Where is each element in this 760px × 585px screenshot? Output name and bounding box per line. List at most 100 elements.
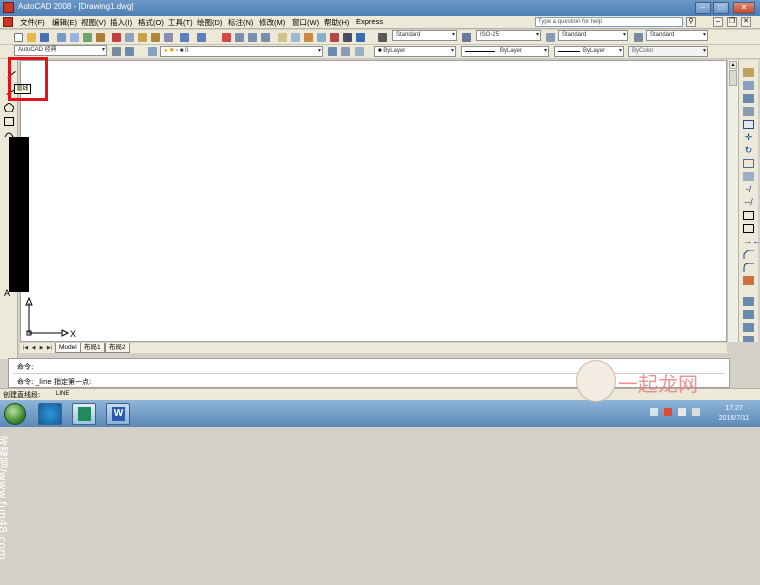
taskbar-app-icon[interactable] [38, 403, 62, 425]
layer-previous-icon[interactable] [341, 47, 350, 56]
move-icon[interactable]: ✛ [743, 133, 754, 142]
tab-layout2[interactable]: 布局2 [105, 343, 130, 353]
menu-express[interactable]: Express [356, 17, 383, 26]
block-editor-icon[interactable] [164, 33, 173, 42]
copy-object-icon[interactable] [743, 81, 754, 90]
layer-manager-icon[interactable] [125, 47, 134, 56]
fillet-icon[interactable] [743, 262, 754, 272]
menu-view[interactable]: 视图(V) [81, 17, 106, 28]
menu-window[interactable]: 窗口(W) [292, 17, 319, 28]
menu-edit[interactable]: 编辑(E) [52, 17, 77, 28]
draworder-back-icon[interactable] [743, 310, 754, 319]
pan-icon[interactable] [222, 33, 231, 42]
layer-select[interactable]: ● ✹ ▪ ■ 0 ▾ [160, 46, 323, 57]
polygon-tool-icon[interactable] [3, 102, 15, 113]
zoom-previous-icon[interactable] [261, 33, 270, 42]
text-style-select[interactable]: Standard ▾ [392, 30, 457, 41]
tray-icon[interactable] [650, 408, 658, 416]
doc-close-button[interactable]: ✕ [741, 17, 751, 27]
maximize-button[interactable]: □ [713, 2, 729, 14]
copy-icon[interactable] [125, 33, 134, 42]
close-button[interactable]: ✕ [733, 2, 755, 14]
undo-icon[interactable] [180, 33, 189, 42]
break-icon[interactable] [743, 224, 754, 233]
first-tab-button[interactable]: |◀ [22, 344, 29, 352]
menu-format[interactable]: 格式(O) [138, 17, 164, 28]
table-style-icon[interactable] [546, 33, 555, 42]
trim-icon[interactable]: -/ [743, 185, 754, 194]
save-icon[interactable] [40, 33, 49, 42]
array-icon[interactable] [743, 120, 754, 129]
properties-icon[interactable] [278, 33, 287, 42]
tab-layout1[interactable]: 布局1 [80, 343, 105, 353]
multileader-style-icon[interactable] [634, 33, 643, 42]
minimize-button[interactable]: – [695, 2, 711, 14]
doc-minimize-button[interactable]: – [713, 17, 723, 27]
zoom-realtime-icon[interactable] [235, 33, 244, 42]
dim-style-icon[interactable] [462, 33, 471, 42]
next-tab-button[interactable]: ▶ [38, 344, 45, 352]
document-icon[interactable] [3, 17, 13, 27]
break-at-point-icon[interactable] [743, 211, 754, 220]
menu-file[interactable]: 文件(F) [20, 17, 45, 28]
network-icon[interactable] [678, 408, 686, 416]
menu-tools[interactable]: 工具(T) [168, 17, 193, 28]
color-select[interactable]: ■ ByLayer ▾ [374, 46, 456, 57]
text-style-icon[interactable] [378, 33, 387, 42]
vertical-scrollbar[interactable]: ▲ [727, 60, 738, 342]
plot-icon[interactable] [57, 33, 66, 42]
3d-dwf-icon[interactable] [96, 33, 105, 42]
layer-extra-icon[interactable] [355, 47, 364, 56]
workspace-settings-icon[interactable] [112, 47, 121, 56]
doc-restore-button[interactable]: ❐ [727, 17, 737, 27]
menu-draw[interactable]: 绘图(D) [197, 17, 222, 28]
explode-icon[interactable] [743, 276, 754, 285]
tool-palettes-icon[interactable] [304, 33, 313, 42]
scale-icon[interactable] [743, 159, 754, 168]
workspace-select[interactable]: AutoCAD 经典 ▾ [14, 45, 107, 56]
sheet-set-icon[interactable] [317, 33, 326, 42]
markup-icon[interactable] [330, 33, 339, 42]
menu-help[interactable]: 帮助(H) [324, 17, 349, 28]
publish-icon[interactable] [83, 33, 92, 42]
table-style-select[interactable]: Standard ▾ [558, 30, 628, 41]
join-icon[interactable]: →← [743, 237, 760, 246]
search-icon[interactable]: ⚲ [686, 17, 696, 27]
stretch-icon[interactable] [743, 172, 754, 181]
draworder-under-icon[interactable] [743, 336, 754, 342]
menu-insert[interactable]: 插入(I) [110, 17, 132, 28]
lineweight-select[interactable]: ByLayer ▾ [554, 46, 624, 57]
extend-icon[interactable]: --/ [743, 198, 754, 207]
open-icon[interactable] [27, 33, 36, 42]
draworder-above-icon[interactable] [743, 323, 754, 332]
menu-dimension[interactable]: 标注(N) [228, 17, 253, 28]
prev-tab-button[interactable]: ◀ [30, 344, 37, 352]
rotate-icon[interactable]: ↻ [743, 146, 754, 155]
tab-model[interactable]: Model [55, 343, 81, 353]
scroll-up-button[interactable]: ▲ [729, 61, 737, 69]
draworder-front-icon[interactable] [743, 297, 754, 306]
menu-modify[interactable]: 修改(M) [259, 17, 285, 28]
multileader-style-select[interactable]: Standard ▾ [646, 30, 708, 41]
offset-icon[interactable] [743, 107, 754, 116]
start-button[interactable] [4, 403, 26, 425]
dim-style-select[interactable]: ISO-25 ▾ [476, 30, 541, 41]
match-properties-icon[interactable] [151, 33, 160, 42]
chamfer-icon[interactable] [743, 249, 754, 259]
layer-states-icon[interactable] [148, 47, 157, 56]
plot-preview-icon[interactable] [70, 33, 79, 42]
zoom-window-icon[interactable] [248, 33, 257, 42]
last-tab-button[interactable]: ▶| [46, 344, 53, 352]
design-center-icon[interactable] [291, 33, 300, 42]
paste-icon[interactable] [138, 33, 147, 42]
calculator-icon[interactable] [343, 33, 352, 42]
make-current-layer-icon[interactable] [328, 47, 337, 56]
plotstyle-select[interactable]: ByColor ▾ [628, 46, 708, 57]
taskbar-autocad-icon[interactable] [72, 403, 96, 425]
scroll-thumb[interactable] [729, 70, 737, 86]
clock[interactable]: 17:27 2016/7/11 [712, 404, 756, 424]
cut-icon[interactable] [112, 33, 121, 42]
volume-icon[interactable] [692, 408, 700, 416]
erase-icon[interactable] [743, 68, 754, 77]
redo-icon[interactable] [197, 33, 206, 42]
